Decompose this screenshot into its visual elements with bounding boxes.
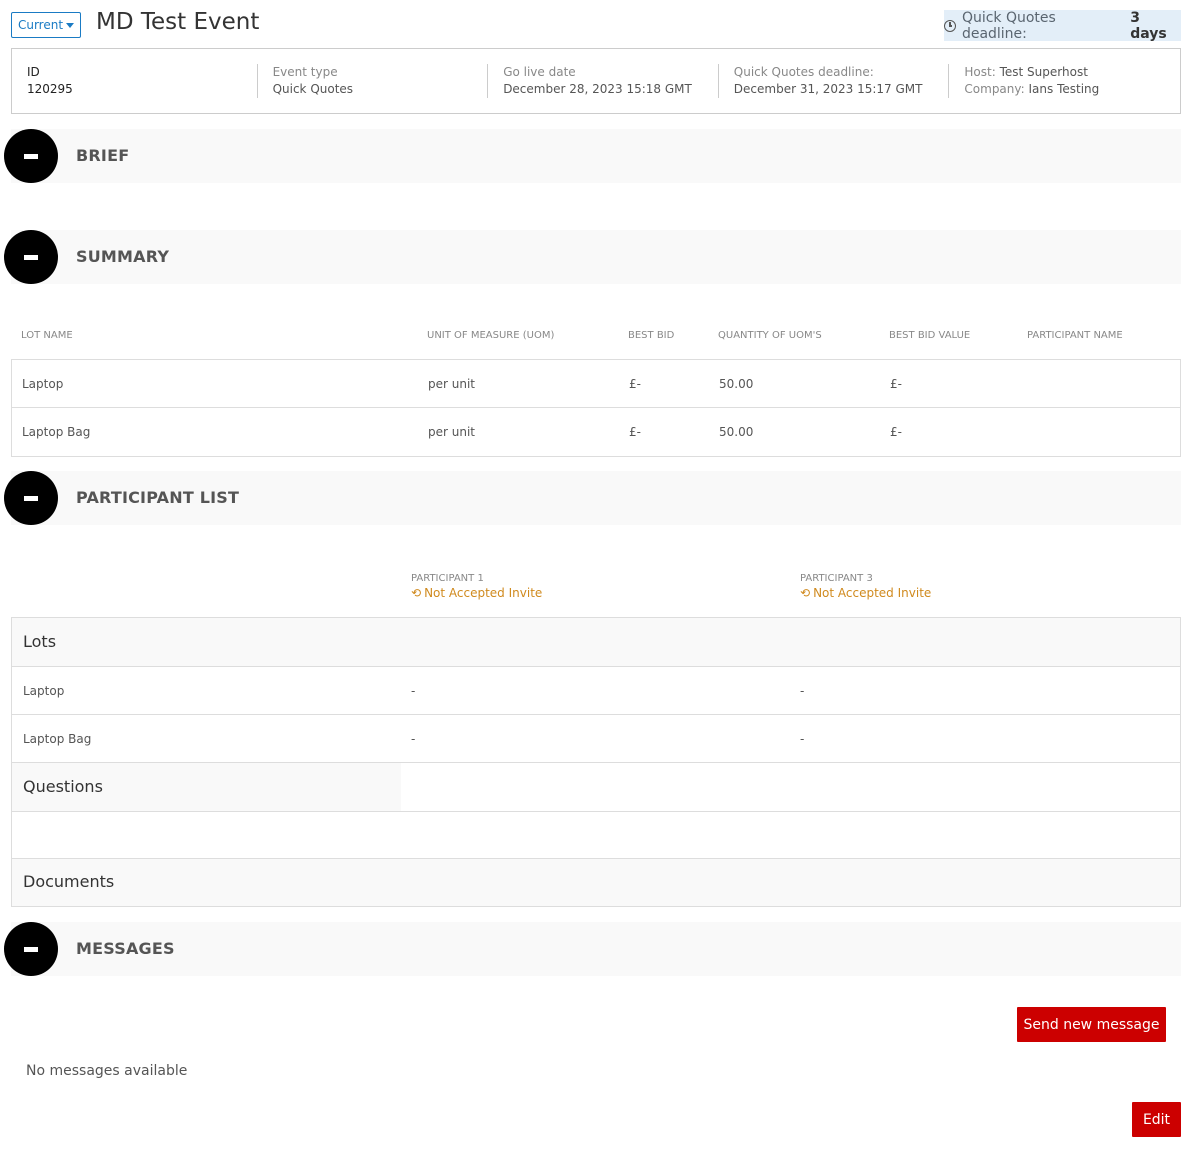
questions-title: Questions <box>23 777 103 796</box>
lot-participant-1-value: - <box>411 732 416 746</box>
participant-3-status-label: Not Accepted Invite <box>813 586 932 600</box>
status-dropdown-label: Current <box>17 18 64 32</box>
cell-best-bid-value: £- <box>890 425 902 439</box>
lot-participant-1-value: - <box>411 684 416 698</box>
info-host: Host: Test Superhost <box>964 64 1180 81</box>
minus-icon <box>24 254 38 260</box>
info-id-label: ID <box>27 65 40 79</box>
collapse-participants-button[interactable] <box>4 471 58 525</box>
cell-uom: per unit <box>428 377 475 391</box>
questions-group-header: Questions <box>12 763 1180 812</box>
clock-icon <box>944 19 956 32</box>
cell-quantity: 50.00 <box>719 425 754 439</box>
section-messages[interactable]: MESSAGES <box>4 922 1181 976</box>
cell-best-bid: £- <box>629 377 641 391</box>
collapse-brief-button[interactable] <box>4 129 58 183</box>
info-company-label: Company: <box>964 82 1025 96</box>
section-summary-title: SUMMARY <box>76 247 170 266</box>
edit-button[interactable]: Edit <box>1132 1102 1181 1137</box>
collapse-messages-button[interactable] <box>4 922 58 976</box>
caret-down-icon <box>66 23 75 28</box>
table-row: Laptop Bag - - <box>12 715 1180 763</box>
col-header-participant-name: PARTICIPANT NAME <box>1027 330 1123 341</box>
participant-3-name: PARTICIPANT 3 <box>800 573 873 584</box>
info-host-value: Test Superhost <box>999 65 1088 79</box>
info-golive-value: December 28, 2023 15:18 GMT <box>503 82 692 96</box>
history-icon: ⟲ <box>411 586 422 600</box>
lots-group-header: Lots <box>12 618 1180 667</box>
section-participants-title: PARTICIPANT LIST <box>76 488 240 507</box>
info-type-label: Event type <box>272 65 338 79</box>
summary-table: Laptop per unit £- 50.00 £- Laptop Bag p… <box>11 359 1181 457</box>
col-header-quantity: QUANTITY OF UOM'S <box>718 330 822 341</box>
col-header-best-bid: BEST BID <box>628 330 675 341</box>
info-qq-deadline: Quick Quotes deadline: December 31, 2023… <box>719 64 950 98</box>
info-host-company: Host: Test Superhost Company: Ians Testi… <box>949 64 1180 98</box>
participant-list-table: Lots Laptop - - Laptop Bag - - Questions… <box>11 617 1181 907</box>
lot-participant-3-value: - <box>800 732 805 746</box>
history-icon: ⟲ <box>800 586 811 600</box>
deadline-label: Quick Quotes deadline: <box>961 9 1056 42</box>
section-brief-title: BRIEF <box>76 146 130 165</box>
event-info-box: ID 120295 Event type Quick Quotes Go liv… <box>11 48 1181 114</box>
participant-3-header: PARTICIPANT 3 ⟲ Not Accepted Invite <box>800 572 931 600</box>
col-header-best-bid-value: BEST BID VALUE <box>889 330 971 341</box>
cell-quantity: 50.00 <box>719 377 754 391</box>
section-brief[interactable]: BRIEF <box>4 129 1181 183</box>
info-go-live: Go live date December 28, 2023 15:18 GMT <box>488 64 719 98</box>
table-row: Laptop per unit £- 50.00 £- <box>12 360 1180 408</box>
cell-best-bid-value: £- <box>890 377 902 391</box>
cell-best-bid: £- <box>629 425 641 439</box>
cell-lot-name: Laptop Bag <box>22 425 91 439</box>
info-id: ID 120295 <box>27 64 258 98</box>
col-header-uom: UNIT OF MEASURE (UOM) <box>427 330 555 341</box>
documents-group-header: Documents <box>12 859 1180 906</box>
info-type-value: Quick Quotes <box>272 82 354 96</box>
cell-uom: per unit <box>428 425 475 439</box>
info-qqdeadline-value: December 31, 2023 15:17 GMT <box>733 82 923 96</box>
info-company-value: Ians Testing <box>1028 82 1100 96</box>
participant-1-header: PARTICIPANT 1 ⟲ Not Accepted Invite <box>411 572 542 600</box>
info-company: Company: Ians Testing <box>964 81 1180 98</box>
documents-title: Documents <box>23 872 115 891</box>
lot-name: Laptop <box>23 684 65 698</box>
info-golive-label: Go live date <box>503 65 576 79</box>
col-header-lot-name: LOT NAME <box>21 330 73 341</box>
cell-lot-name: Laptop <box>22 377 64 391</box>
info-qqdeadline-label: Quick Quotes deadline: <box>733 65 874 79</box>
minus-icon <box>24 153 38 159</box>
deadline-badge: Quick Quotes deadline: 3 days <box>944 9 1181 42</box>
section-messages-title: MESSAGES <box>76 939 175 958</box>
deadline-value: 3 days <box>1130 9 1167 42</box>
participant-1-status: ⟲ Not Accepted Invite <box>411 586 542 600</box>
participant-1-status-label: Not Accepted Invite <box>424 586 543 600</box>
status-dropdown[interactable]: Current <box>11 12 81 38</box>
lot-participant-3-value: - <box>800 684 805 698</box>
info-host-label: Host: <box>964 65 996 79</box>
table-row: Laptop Bag per unit £- 50.00 £- <box>12 408 1180 456</box>
section-summary[interactable]: SUMMARY <box>4 230 1181 284</box>
collapse-summary-button[interactable] <box>4 230 58 284</box>
no-messages-text: No messages available <box>26 1063 188 1079</box>
section-participant-list[interactable]: PARTICIPANT LIST <box>4 471 1181 525</box>
lot-name: Laptop Bag <box>23 732 92 746</box>
participant-1-name: PARTICIPANT 1 <box>411 573 484 584</box>
questions-empty-row <box>12 812 1180 859</box>
participant-3-status: ⟲ Not Accepted Invite <box>800 586 931 600</box>
minus-icon <box>24 946 38 952</box>
lots-title: Lots <box>23 632 57 651</box>
questions-title-cell: Questions <box>12 763 401 811</box>
info-event-type: Event type Quick Quotes <box>258 64 489 98</box>
info-id-value: 120295 <box>27 82 73 96</box>
table-row: Laptop - - <box>12 667 1180 715</box>
minus-icon <box>24 495 38 501</box>
page-title: MD Test Event <box>96 9 260 35</box>
send-new-message-button[interactable]: Send new message <box>1017 1007 1166 1042</box>
